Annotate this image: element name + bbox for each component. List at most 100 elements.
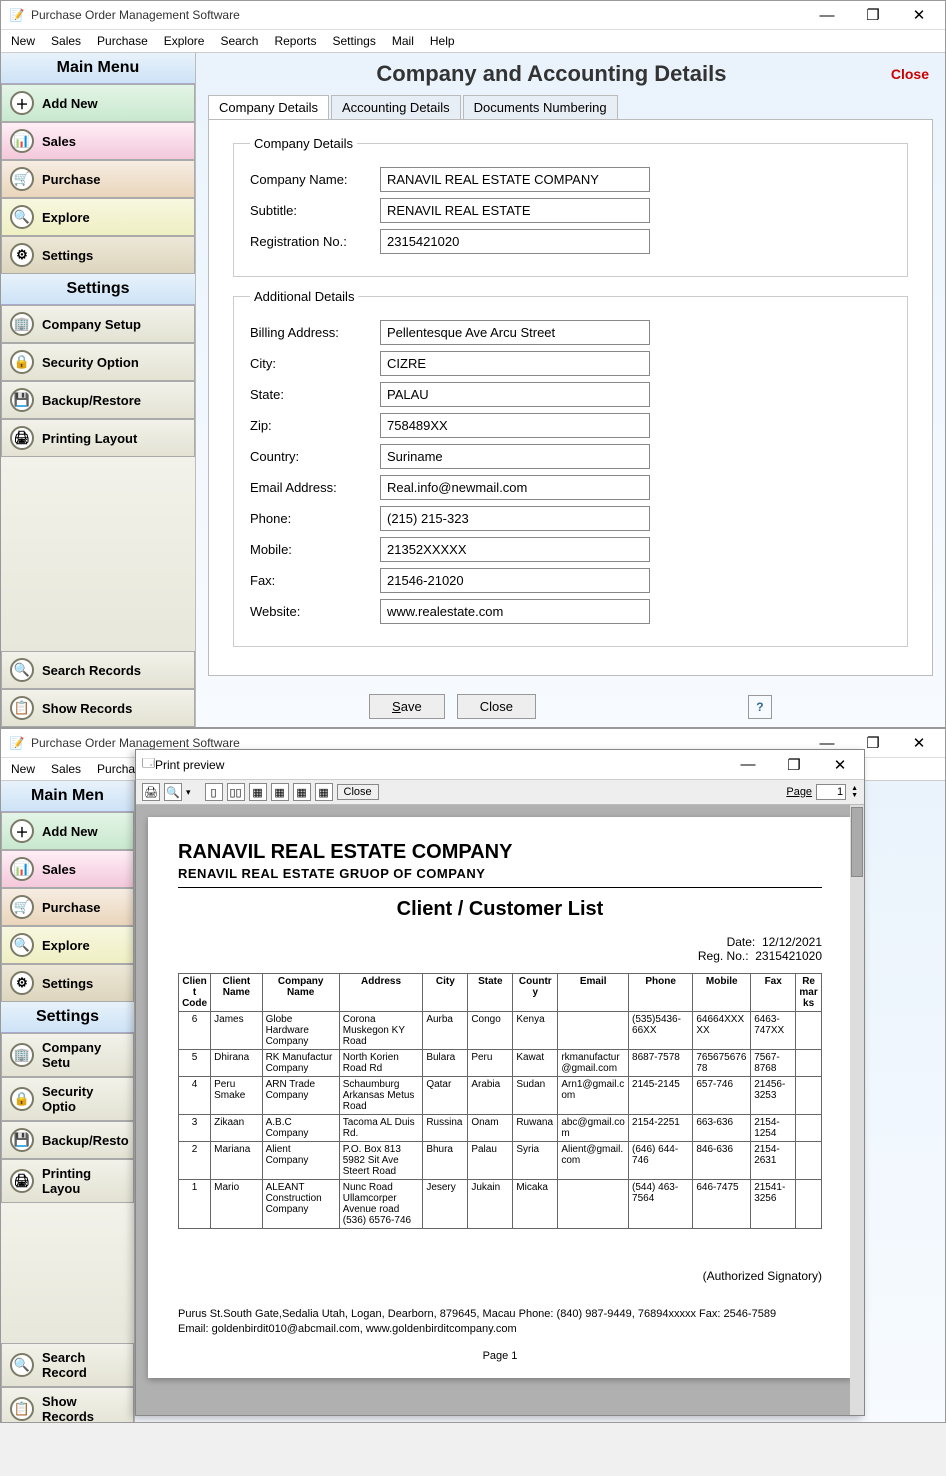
sidebar-sales-2[interactable]: 📊 Sales (1, 850, 134, 888)
input-fax[interactable] (380, 568, 650, 593)
sidebar-item-label: Sales (42, 862, 76, 877)
close-panel-button[interactable]: Close (891, 66, 929, 82)
layout-1-icon[interactable]: ▯ (205, 783, 223, 801)
sidebar-item-label: Backup/Restore (42, 393, 141, 408)
sidebar-search-records[interactable]: 🔍Search Records (1, 651, 195, 689)
close-window-button-2[interactable]: ✕ (905, 733, 933, 753)
save-button[interactable]: SSaveave (369, 694, 445, 719)
sidebar-header-settings-2: Settings (1, 1002, 134, 1033)
menu-help[interactable]: Help (430, 34, 455, 48)
layout-2-icon[interactable]: ▯▯ (227, 783, 245, 801)
sidebar-item-label: Add New (42, 96, 98, 111)
page-up-button[interactable]: ▲ (851, 785, 858, 792)
main-window: 📝 Purchase Order Management Software — ❐… (0, 0, 946, 728)
sidebar-settings[interactable]: ⚙Settings (1, 236, 195, 274)
sidebar-purchase[interactable]: 🛒Purchase (1, 160, 195, 198)
tab-company-details[interactable]: Company Details (208, 95, 329, 119)
layout-4-icon[interactable]: ▦ (271, 783, 289, 801)
sidebar-explore-2[interactable]: 🔍Explore (1, 926, 134, 964)
menu-explore[interactable]: Explore (164, 34, 205, 48)
table-cell: Micaka (513, 1180, 558, 1229)
scrollbar-thumb[interactable] (851, 807, 863, 877)
close-button[interactable]: Close (457, 694, 536, 719)
document-area[interactable]: RANAVIL REAL ESTATE COMPANY RENAVIL REAL… (136, 805, 864, 1415)
print-preview-window: 🗔 Print preview — ❐ ✕ 🖨 🔍 ▾ ▯ ▯▯ ▦ ▦ ▦ ▦… (135, 749, 865, 1416)
page-down-button[interactable]: ▼ (851, 792, 858, 799)
help-button[interactable]: ? (748, 695, 772, 719)
menu-new-2[interactable]: New (11, 762, 35, 776)
input-email[interactable] (380, 475, 650, 500)
table-row: 5DhiranaRK Manufactur CompanyNorth Korie… (179, 1050, 822, 1077)
sidebar-backup-restore-2[interactable]: 💾Backup/Resto (1, 1121, 134, 1159)
sidebar-printing-layout[interactable]: 🖨Printing Layout (1, 419, 195, 457)
sidebar-search-records-2[interactable]: 🔍Search Record (1, 1343, 134, 1387)
table-cell: Arabia (468, 1077, 513, 1115)
sidebar-security-option-2[interactable]: 🔒Security Optio (1, 1077, 134, 1121)
input-state[interactable] (380, 382, 650, 407)
input-regno[interactable] (380, 229, 650, 254)
maximize-button[interactable]: ❐ (859, 5, 887, 25)
table-cell (796, 1077, 822, 1115)
layout-6-icon[interactable]: ▦ (315, 783, 333, 801)
main-window-2: 📝 Purchase Order Management Software — ❐… (0, 728, 946, 1423)
sidebar-explore[interactable]: 🔍Explore (1, 198, 195, 236)
layout-3-icon[interactable]: ▦ (249, 783, 267, 801)
printer-icon: 🖨 (10, 426, 34, 450)
page-number-input[interactable] (816, 784, 846, 800)
input-phone[interactable] (380, 506, 650, 531)
input-billing[interactable] (380, 320, 650, 345)
menu-mail[interactable]: Mail (392, 34, 414, 48)
sidebar-company-setup[interactable]: 🏢Company Setup (1, 305, 195, 343)
layout-5-icon[interactable]: ▦ (293, 783, 311, 801)
sidebar-printing-layout-2[interactable]: 🖨Printing Layou (1, 1159, 134, 1203)
preview-maximize-button[interactable]: ❐ (780, 755, 808, 775)
input-subtitle[interactable] (380, 198, 650, 223)
input-mobile[interactable] (380, 537, 650, 562)
sidebar-add-new-2[interactable]: ＋Add New (1, 812, 134, 850)
tab-documents-numbering[interactable]: Documents Numbering (463, 95, 618, 119)
menu-purchase-2[interactable]: Purcha (97, 762, 135, 776)
table-cell: ALEANT Construction Company (262, 1180, 339, 1229)
preview-close-window-button[interactable]: ✕ (826, 755, 854, 775)
table-cell: James (211, 1012, 262, 1050)
minimize-button[interactable]: — (813, 5, 841, 25)
table-cell: Kawat (513, 1050, 558, 1077)
menu-new[interactable]: New (11, 34, 35, 48)
sidebar-item-label: Explore (42, 210, 90, 225)
table-row: 2MarianaAlient CompanyP.O. Box 813 5982 … (179, 1142, 822, 1180)
sidebar-show-records[interactable]: 📋Show Records (1, 689, 195, 727)
table-header: Remarks (796, 974, 822, 1012)
print-icon[interactable]: 🖨 (142, 783, 160, 801)
tab-accounting-details[interactable]: Accounting Details (331, 95, 461, 119)
menu-sales[interactable]: Sales (51, 34, 81, 48)
menu-sales-2[interactable]: Sales (51, 762, 81, 776)
input-zip[interactable] (380, 413, 650, 438)
chart-icon: 📊 (10, 857, 34, 881)
input-company-name[interactable] (380, 167, 650, 192)
sidebar-show-records-2[interactable]: 📋Show Records (1, 1387, 134, 1423)
preview-minimize-button[interactable]: — (734, 755, 762, 775)
sidebar-header-settings: Settings (1, 274, 195, 305)
menu-purchase[interactable]: Purchase (97, 34, 148, 48)
menu-settings[interactable]: Settings (333, 34, 376, 48)
zoom-icon[interactable]: 🔍 (164, 783, 182, 801)
table-cell: 646-7475 (693, 1180, 751, 1229)
input-country[interactable] (380, 444, 650, 469)
input-city[interactable] (380, 351, 650, 376)
scrollbar[interactable] (850, 805, 864, 1415)
input-website[interactable] (380, 599, 650, 624)
sidebar-add-new[interactable]: ＋Add New (1, 84, 195, 122)
close-window-button[interactable]: ✕ (905, 5, 933, 25)
sidebar-security-option[interactable]: 🔒Security Option (1, 343, 195, 381)
list-icon: 📋 (10, 1397, 34, 1421)
sidebar-settings-2[interactable]: ⚙Settings (1, 964, 134, 1002)
preview-close-button[interactable]: Close (337, 784, 379, 800)
sidebar-sales[interactable]: 📊Sales (1, 122, 195, 160)
menu-search[interactable]: Search (220, 34, 258, 48)
table-header: State (468, 974, 513, 1012)
sidebar-company-setup-2[interactable]: 🏢Company Setu (1, 1033, 134, 1077)
sidebar-purchase-2[interactable]: 🛒Purchase (1, 888, 134, 926)
menu-reports[interactable]: Reports (274, 34, 316, 48)
table-cell: ARN Trade Company (262, 1077, 339, 1115)
sidebar-backup-restore[interactable]: 💾Backup/Restore (1, 381, 195, 419)
